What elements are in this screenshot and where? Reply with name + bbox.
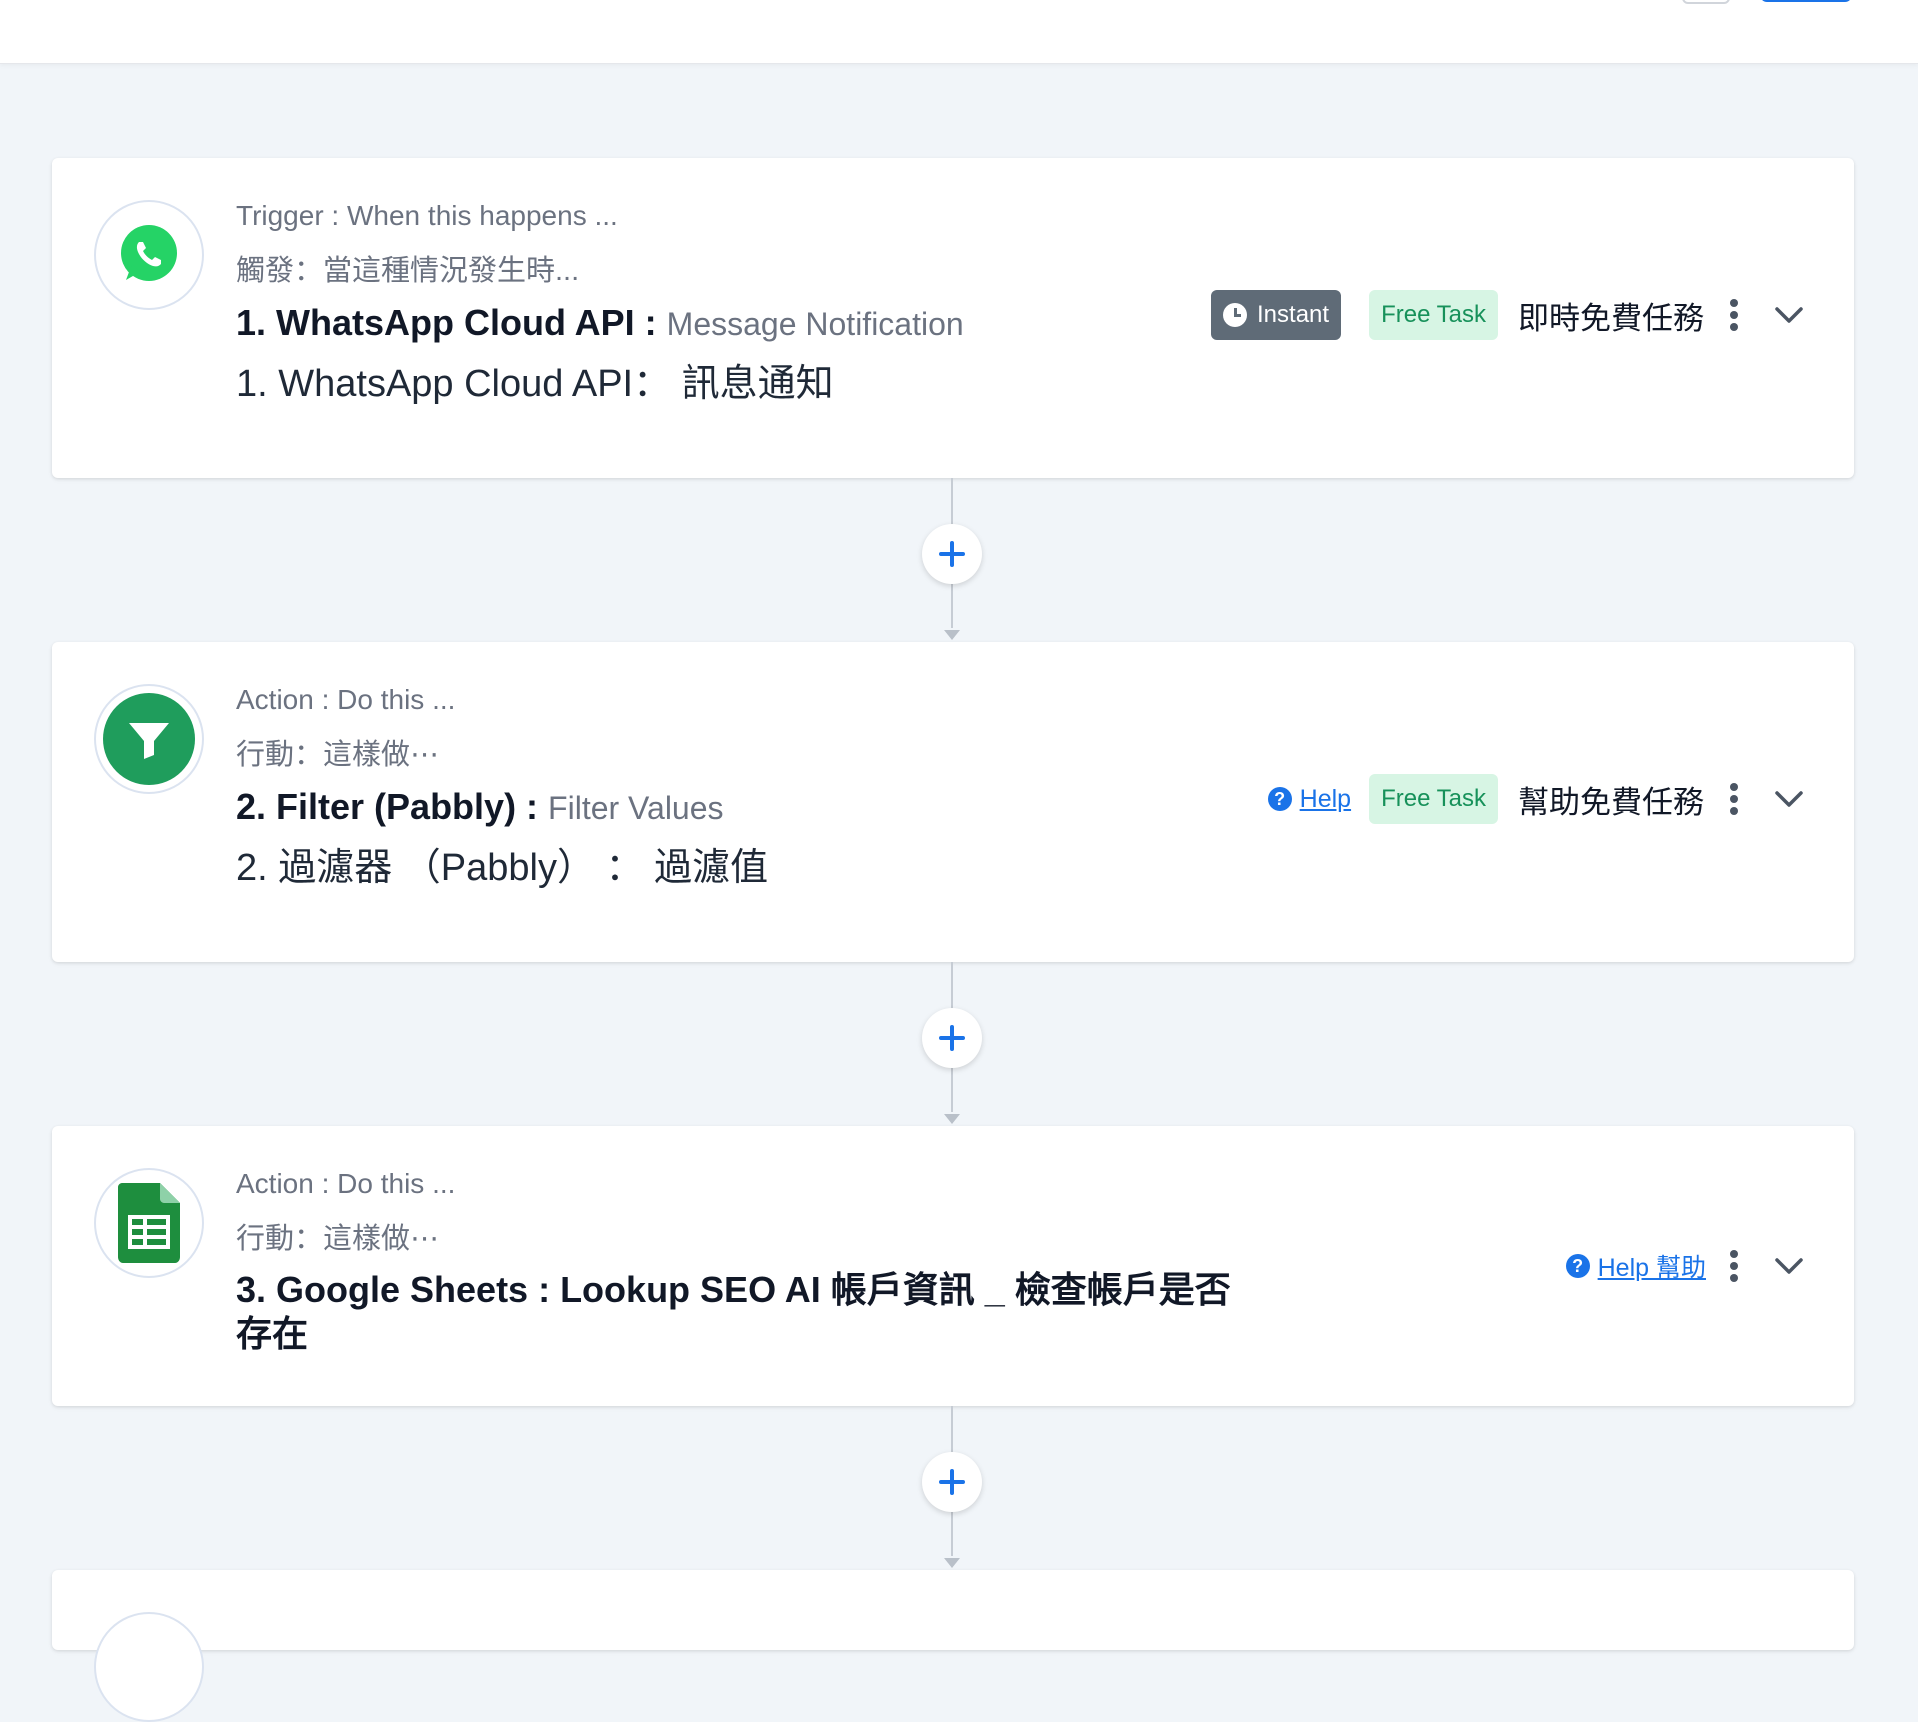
app-icon-next — [94, 1612, 204, 1722]
step-title-app: 1. WhatsApp Cloud API : — [236, 302, 667, 343]
more-options-icon[interactable] — [1724, 295, 1744, 335]
step-controls: ? Help 幫助 — [1565, 1246, 1806, 1286]
step-title: 3. Google Sheets : Lookup SEO AI 帳戶資訊 _ … — [236, 1269, 1231, 1354]
controls-label-zh: 幫助免費任務 — [1518, 784, 1704, 820]
free-task-badge: Free Task — [1369, 774, 1498, 824]
add-step-button[interactable] — [922, 524, 982, 584]
step-card-filter[interactable]: Action : Do this ... 行動：這樣做⋯ 2. Filter (… — [52, 642, 1854, 962]
instant-badge-label: Instant — [1257, 301, 1330, 328]
chevron-down-icon[interactable] — [1772, 298, 1806, 332]
instant-badge: Instant — [1211, 290, 1342, 340]
step-type-label-zh: 觸發：當這種情況發生時... — [236, 255, 580, 287]
top-bar-toggle[interactable] — [1682, 0, 1730, 4]
whatsapp-icon — [121, 225, 177, 281]
help-link-label: Help — [1299, 784, 1352, 813]
add-step-button[interactable] — [922, 1452, 982, 1512]
step-type-label-zh: 行動：這樣做⋯ — [236, 1223, 440, 1255]
chevron-down-icon[interactable] — [1772, 1249, 1806, 1283]
chevron-down-icon[interactable] — [1772, 782, 1806, 816]
top-bar — [0, 0, 1918, 64]
free-task-badge: Free Task — [1369, 290, 1498, 340]
more-options-icon[interactable] — [1724, 1246, 1744, 1286]
step-title-zh: 1. WhatsApp Cloud API： 訊息通知 — [236, 363, 834, 405]
app-icon-google-sheets — [94, 1168, 204, 1278]
connector-arrow — [944, 630, 960, 640]
help-icon: ? — [1267, 787, 1292, 811]
filter-icon — [103, 693, 195, 785]
clock-icon — [1223, 303, 1248, 327]
plus-icon — [939, 1025, 965, 1051]
help-icon: ? — [1565, 1254, 1590, 1278]
add-step-button[interactable] — [922, 1008, 982, 1068]
app-icon-filter — [94, 684, 204, 794]
help-link[interactable]: ? Help — [1267, 784, 1352, 814]
google-sheets-icon — [118, 1183, 180, 1263]
help-link-label: Help 幫助 — [1597, 1254, 1706, 1282]
step-type-label: Action : Do this ... — [236, 684, 456, 715]
step-type-label-zh: 行動：這樣做⋯ — [236, 739, 440, 771]
more-options-icon[interactable] — [1724, 779, 1744, 819]
connector-arrow — [944, 1558, 960, 1568]
help-link[interactable]: ? Help 幫助 — [1565, 1248, 1706, 1284]
step-title-app: 2. Filter (Pabbly) : — [236, 786, 549, 827]
step-title-zh: 2. 過濾器 （Pabbly） ： 過濾值 — [236, 847, 769, 889]
step-type-label: Trigger : When this happens ... — [236, 200, 618, 231]
plus-icon — [939, 1469, 965, 1495]
step-title-event: Message Notification — [666, 306, 964, 342]
step-type-label: Action : Do this ... — [236, 1168, 456, 1199]
controls-label-zh: 即時免費任務 — [1518, 300, 1704, 336]
top-bar-primary-button[interactable] — [1760, 0, 1852, 2]
step-title: 2. Filter (Pabbly) : Filter Values — [236, 784, 1236, 831]
step-card-next[interactable] — [52, 1570, 1854, 1722]
step-controls: ? Help Free Task 幫助免費任務 — [1267, 774, 1806, 824]
plus-icon — [939, 541, 965, 567]
step-controls: Instant Free Task 即時免費任務 — [1211, 290, 1806, 340]
step-card-google-sheets[interactable]: Action : Do this ... 行動：這樣做⋯ 3. Google S… — [52, 1126, 1854, 1406]
connector-arrow — [944, 1114, 960, 1124]
step-card-trigger[interactable]: Trigger : When this happens ... 觸發：當這種情況… — [52, 158, 1854, 478]
step-title-event: Filter Values — [548, 790, 724, 826]
app-icon-whatsapp — [94, 200, 204, 310]
step-title: 1. WhatsApp Cloud API : Message Notifica… — [236, 300, 1236, 347]
